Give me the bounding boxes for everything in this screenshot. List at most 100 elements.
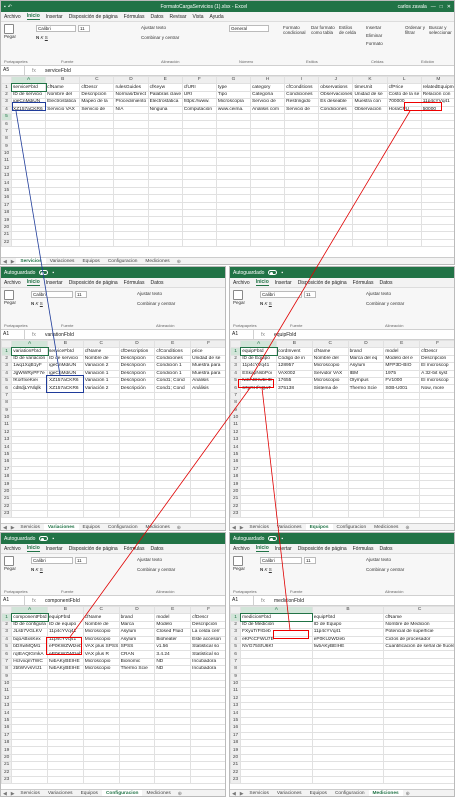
cell-D15[interactable] xyxy=(347,450,385,460)
row-header[interactable]: 12 xyxy=(1,694,13,704)
cell-D6[interactable]: Descripción xyxy=(118,384,156,393)
row-header[interactable]: 1 xyxy=(230,347,242,356)
sheet-grid[interactable]: A B C 1 medicionFbId equipFbId cfName 2 ID de Me… xyxy=(230,606,454,786)
cell-E22[interactable] xyxy=(154,768,192,778)
cell-L22[interactable] xyxy=(386,238,422,248)
row-header[interactable]: 10 xyxy=(1,413,13,423)
cell-B12[interactable] xyxy=(311,694,385,704)
cell-B23[interactable] xyxy=(311,775,385,785)
cell-A17[interactable] xyxy=(240,465,277,475)
fx-icon[interactable]: fx xyxy=(25,68,43,74)
cell-E5[interactable]: FV1000 xyxy=(383,376,421,386)
cell-B17[interactable] xyxy=(47,465,84,475)
cell-B7[interactable] xyxy=(276,391,313,401)
cell-F23[interactable] xyxy=(419,509,454,519)
cell-D9[interactable] xyxy=(347,406,385,415)
cell-E16[interactable] xyxy=(383,458,421,467)
cell-D1[interactable]: cfDescription xyxy=(118,347,156,356)
cell-B23[interactable] xyxy=(47,509,84,519)
cell-I13[interactable] xyxy=(284,172,320,181)
cell-I16[interactable] xyxy=(284,194,320,203)
cell-B4[interactable]: eP0KUzWtzeb xyxy=(311,635,385,644)
cell-B14[interactable] xyxy=(47,443,84,452)
cell-D10[interactable] xyxy=(113,149,149,159)
cell-F22[interactable] xyxy=(419,502,454,512)
cell-I21[interactable] xyxy=(284,231,320,240)
cell-C17[interactable] xyxy=(82,465,120,475)
column-header-L[interactable]: L xyxy=(386,76,422,85)
row-header[interactable]: 14 xyxy=(1,709,13,718)
cell-B8[interactable] xyxy=(47,399,84,408)
column-header-F[interactable]: F xyxy=(190,606,225,615)
row-header[interactable]: 21 xyxy=(230,495,242,504)
cell-D10[interactable] xyxy=(347,413,385,423)
cell-C7[interactable]: Microscopio xyxy=(82,657,120,667)
cell-C7[interactable] xyxy=(383,657,454,667)
cell-G20[interactable] xyxy=(215,223,252,233)
cell-B13[interactable] xyxy=(276,436,313,445)
row-header[interactable]: 10 xyxy=(1,679,13,689)
cell-D21[interactable] xyxy=(113,231,149,240)
cell-E15[interactable] xyxy=(147,186,183,196)
cell-B22[interactable] xyxy=(47,768,84,778)
sheet-tab-configuracion[interactable]: Configuracion xyxy=(101,790,143,796)
cell-B17[interactable] xyxy=(311,731,385,741)
cell-A6[interactable]: 67pRHfYQaT xyxy=(240,384,277,393)
cell-D12[interactable] xyxy=(347,428,385,438)
cell-C17[interactable] xyxy=(383,731,454,741)
row-header[interactable]: 22 xyxy=(1,238,13,248)
font-select[interactable]: Calibri xyxy=(31,557,73,564)
column-header-B[interactable]: B xyxy=(47,606,84,615)
cell-B16[interactable] xyxy=(47,724,84,733)
row-header[interactable]: 10 xyxy=(1,149,13,159)
row-header[interactable]: 15 xyxy=(230,450,242,460)
cell-C23[interactable] xyxy=(311,509,349,519)
menu-ayuda[interactable]: Ayuda xyxy=(210,14,224,20)
cell-D22[interactable] xyxy=(118,502,156,512)
autosave-toggle[interactable] xyxy=(268,536,278,541)
cell-B2[interactable]: ID de equipo xyxy=(47,620,84,630)
cell-C5[interactable]: Cuantificación de señal de fluorescencia xyxy=(383,642,454,652)
cell-I15[interactable] xyxy=(284,186,320,196)
cell-C4[interactable]: Microscopio xyxy=(82,635,120,644)
cell-L5[interactable] xyxy=(386,112,422,122)
cell-C13[interactable] xyxy=(82,436,120,445)
cell-D19[interactable] xyxy=(347,480,385,489)
find-select-button[interactable]: Buscar y seleccionar xyxy=(429,25,454,35)
cell-B22[interactable] xyxy=(311,768,385,778)
cell-E7[interactable] xyxy=(154,391,192,401)
name-box[interactable]: A1 xyxy=(230,596,254,605)
cell-A9[interactable] xyxy=(11,142,47,151)
cell-C1[interactable]: cfName xyxy=(311,347,349,356)
cell-E4[interactable]: Ninguna xyxy=(147,105,183,114)
cell-C12[interactable] xyxy=(79,164,115,174)
cell-F20[interactable] xyxy=(419,487,454,497)
sheet-tab-variaciones[interactable]: Variaciones xyxy=(43,524,79,530)
cell-E16[interactable] xyxy=(147,194,183,203)
cell-H10[interactable] xyxy=(250,149,286,159)
cell-C14[interactable] xyxy=(82,443,120,452)
cell-M21[interactable] xyxy=(420,231,454,240)
cell-F14[interactable] xyxy=(419,443,454,452)
cell-B5[interactable]: XZ157aCKR6 xyxy=(47,376,84,386)
cell-D12[interactable] xyxy=(118,694,156,704)
merge-center-button[interactable]: Combinar y centrar xyxy=(137,301,175,306)
cell-B19[interactable] xyxy=(45,216,81,225)
cell-C3[interactable]: Potencial de superficie xyxy=(383,628,454,637)
cell-H1[interactable]: category xyxy=(250,83,286,92)
cell-B16[interactable] xyxy=(311,724,385,733)
cell-B8[interactable]: fwbAKyBEIHE xyxy=(47,665,84,674)
cell-I17[interactable] xyxy=(284,201,320,211)
cell-F13[interactable] xyxy=(190,436,225,445)
cell-F19[interactable] xyxy=(419,480,454,489)
cell-M3[interactable]: 11p4cYVq41 xyxy=(420,98,454,107)
cell-C8[interactable] xyxy=(311,399,349,408)
cell-F11[interactable] xyxy=(181,157,217,166)
menu-archivo[interactable]: Archivo xyxy=(233,546,250,552)
cell-B18[interactable] xyxy=(45,209,81,218)
cell-B11[interactable] xyxy=(311,687,385,696)
cell-F17[interactable] xyxy=(190,465,225,475)
cell-C9[interactable] xyxy=(311,406,349,415)
cell-F6[interactable]: Análisis xyxy=(190,384,225,393)
cell-B7[interactable] xyxy=(45,127,81,137)
